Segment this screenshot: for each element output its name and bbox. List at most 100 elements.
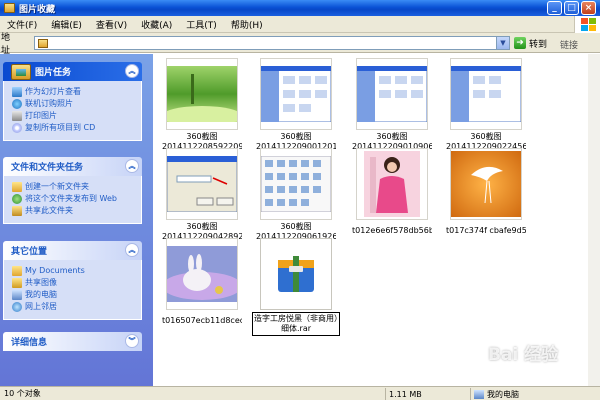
menu-bar: 文件(F) 编辑(E) 查看(V) 收藏(A) 工具(T) 帮助(H) [0,16,600,33]
file-item[interactable]: 360截图 20141122090109062... [352,58,432,152]
computer-icon [12,290,22,300]
go-label: 转到 [529,39,548,50]
links-label[interactable]: 链接 [560,38,578,51]
other-places-header[interactable]: 其它位置 ︽ [3,241,142,260]
thumbnail [166,148,238,220]
thumbnail [356,58,428,130]
task-label: 作为幻灯片查看 [25,87,81,96]
menu-view[interactable]: 查看(V) [89,18,134,31]
title-bar: 图片收藏 _ □ × [0,0,600,16]
file-name: 360截图 [280,132,312,141]
explorer-window-thumbnail [357,66,427,122]
window-title: 图片收藏 [19,4,56,15]
file-name: 360截图 [470,132,502,141]
chevron-down-icon[interactable]: ▼ [496,37,509,49]
dialog-window-thumbnail [167,156,237,212]
maximize-button[interactable]: □ [564,1,579,15]
picture-tasks-panel: 图片任务 ︽ 作为幻灯片查看 联机订购照片 打印图片 复制所有项目到 CD [3,62,142,141]
menu-help[interactable]: 帮助(H) [224,18,270,31]
task-share-folder[interactable]: 共享此文件夹 [12,206,135,216]
file-tasks-title: 文件和文件夹任务 [11,163,84,173]
thumbnail [450,58,522,130]
cd-icon [12,123,22,133]
explorer-window-thumbnail [451,66,521,122]
task-label: 创建一个新文件夹 [25,182,89,191]
other-places-panel: 其它位置 ︽ My Documents 共享图像 我的电脑 网上邻居 [3,241,142,320]
documents-folder-icon [12,266,22,276]
shared-folder-icon [12,278,22,288]
file-name: t017c374f cbafe9d5... [446,226,526,235]
expand-icon[interactable]: ︾ [125,334,139,348]
address-label: 地址 [1,32,11,56]
explorer-window-thumbnail [261,66,331,122]
thumbnail [166,58,238,130]
task-label: 打印图片 [25,111,57,120]
publish-web-icon [12,194,22,204]
printer-icon [12,111,22,121]
slideshow-icon [12,87,22,97]
vertical-scrollbar[interactable] [588,54,600,386]
place-label: My Documents [25,266,85,275]
folder-icon [38,38,48,48]
file-name: t012e6e6f578db56b... [352,226,432,235]
place-my-computer[interactable]: 我的电脑 [12,290,135,300]
file-item[interactable]: 造字工房悦黑（非商用）细体.rar [252,238,340,336]
file-name: 360截图 [186,222,218,231]
details-title: 详细信息 [11,338,48,348]
details-header[interactable]: 详细信息 ︾ [3,332,142,351]
go-button[interactable]: ➜ 转到 [514,36,547,50]
task-label: 将这个文件夹发布到 Web [25,194,117,203]
collapse-icon[interactable]: ︽ [125,64,139,78]
menu-edit[interactable]: 编辑(E) [44,18,89,31]
task-publish-web[interactable]: 将这个文件夹发布到 Web [12,194,135,204]
place-network[interactable]: 网上邻居 [12,302,135,312]
network-icon [12,302,22,312]
close-button[interactable]: × [581,1,596,15]
place-my-documents[interactable]: My Documents [12,266,135,276]
folder-icon [4,3,15,13]
location-label: 我的电脑 [470,388,600,400]
collapse-icon[interactable]: ︽ [125,243,139,257]
picture-tasks-header[interactable]: 图片任务 ︽ [3,62,142,81]
task-slideshow[interactable]: 作为幻灯片查看 [12,87,135,97]
task-print[interactable]: 打印图片 [12,111,135,121]
task-label: 联机订购照片 [25,99,73,108]
file-item[interactable]: 360截图 20141122090224562... [446,58,526,152]
task-new-folder[interactable]: 创建一个新文件夹 [12,182,135,192]
file-item[interactable]: t016507ecb11d8cec... [162,238,242,326]
thumbnail [450,148,522,220]
new-folder-icon [12,182,22,192]
thumbnail [260,58,332,130]
task-copy-cd[interactable]: 复制所有项目到 CD [12,123,135,133]
file-name: 360截图 [280,222,312,231]
file-tasks-panel: 文件和文件夹任务 ︽ 创建一个新文件夹 将这个文件夹发布到 Web 共享此文件夹 [3,157,142,224]
file-tasks-header[interactable]: 文件和文件夹任务 ︽ [3,157,142,176]
task-label: 共享此文件夹 [25,206,73,215]
task-label: 复制所有项目到 CD [25,123,96,132]
task-pane: 图片任务 ︽ 作为幻灯片查看 联机订购照片 打印图片 复制所有项目到 CD 文件… [0,54,153,386]
rar-archive-icon [278,256,314,292]
file-name: t016507ecb11d8cec... [162,316,242,325]
collapse-icon[interactable]: ︽ [125,159,139,173]
address-input[interactable]: ▼ [34,36,510,50]
file-item[interactable]: 360截图 20141122085922093... [162,58,242,152]
task-order-prints[interactable]: 联机订购照片 [12,99,135,109]
total-size: 1.11 MB [385,388,455,400]
file-item[interactable]: 360截图 20141122090619265... [256,148,336,242]
thumbnail [356,148,428,220]
arrow-right-icon: ➜ [514,37,526,49]
computer-icon [474,389,484,399]
file-item[interactable]: 360截图 20141122090428921... [162,148,242,242]
file-item[interactable]: t017c374f cbafe9d5... [446,148,526,236]
file-name-selected[interactable]: 造字工房悦黑（非商用）细体.rar [252,312,340,336]
file-item[interactable]: t012e6e6f578db56b... [352,148,432,236]
green-landscape-thumbnail [167,66,237,122]
menu-favorites[interactable]: 收藏(A) [134,18,179,31]
place-shared-pictures[interactable]: 共享图像 [12,278,135,288]
object-count: 10 个对象 [4,389,41,398]
minimize-button[interactable]: _ [547,1,562,15]
menu-tools[interactable]: 工具(T) [179,18,224,31]
other-places-title: 其它位置 [11,247,48,257]
file-item[interactable]: 360截图 20141122090012015... [256,58,336,152]
address-bar: 地址 ▼ ➜ 转到 链接 [0,32,600,56]
